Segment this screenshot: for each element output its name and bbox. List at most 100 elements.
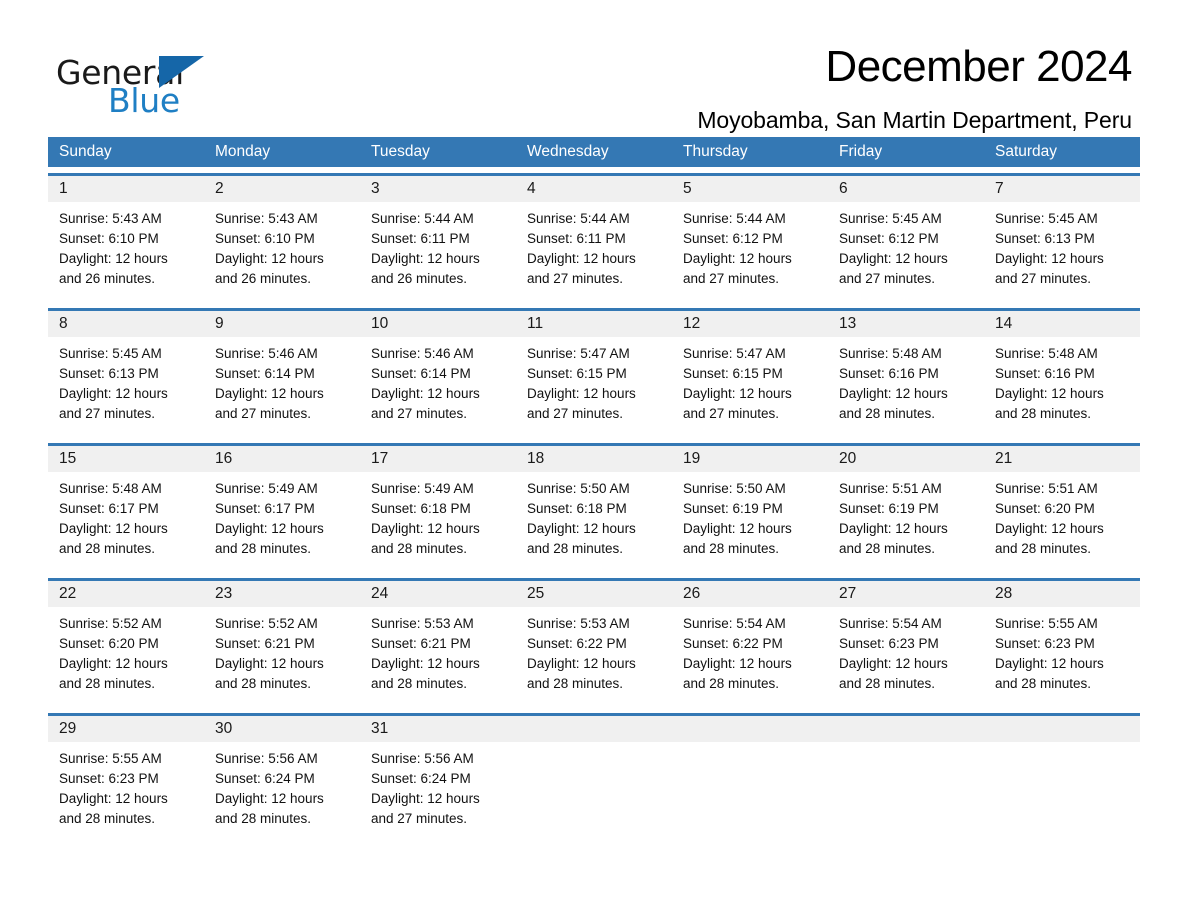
- week-row: 22 Sunrise: 5:52 AM Sunset: 6:20 PM Dayligh…: [48, 578, 1140, 707]
- day-number: 17: [360, 446, 516, 472]
- day-cell[interactable]: 31 Sunrise: 5:56 AM Sunset: 6:24 PM Dayligh…: [360, 716, 516, 842]
- day-cell[interactable]: 13 Sunrise: 5:48 AM Sunset: 6:16 PM Dayligh…: [828, 311, 984, 437]
- sunset-text: Sunset: 6:24 PM: [215, 771, 315, 786]
- day-cell[interactable]: 2 Sunrise: 5:43 AM Sunset: 6:10 PM Daylight…: [204, 176, 360, 302]
- day-details: [516, 742, 672, 749]
- day-details: Sunrise: 5:52 AM Sunset: 6:20 PM Daylight:…: [48, 607, 204, 694]
- day-details: Sunrise: 5:43 AM Sunset: 6:10 PM Daylight:…: [48, 202, 204, 289]
- sunset-text: Sunset: 6:22 PM: [683, 636, 783, 651]
- day-cell[interactable]: 12 Sunrise: 5:47 AM Sunset: 6:15 PM Dayligh…: [672, 311, 828, 437]
- day-details: [672, 742, 828, 749]
- day-cell[interactable]: 27 Sunrise: 5:54 AM Sunset: 6:23 PM Dayligh…: [828, 581, 984, 707]
- day-details: Sunrise: 5:53 AM Sunset: 6:22 PM Daylight:…: [516, 607, 672, 694]
- daylight-text-line2: and 27 minutes.: [683, 271, 780, 286]
- daylight-text-line2: and 28 minutes.: [995, 676, 1092, 691]
- daylight-text-line2: and 28 minutes.: [527, 676, 624, 691]
- day-cell[interactable]: 4 Sunrise: 5:44 AM Sunset: 6:11 PM Daylight…: [516, 176, 672, 302]
- day-cell[interactable]: 23 Sunrise: 5:52 AM Sunset: 6:21 PM Dayligh…: [204, 581, 360, 707]
- daylight-text-line1: Daylight: 12 hours: [995, 521, 1104, 536]
- day-cell[interactable]: 6 Sunrise: 5:45 AM Sunset: 6:12 PM Daylight…: [828, 176, 984, 302]
- sunrise-text: Sunrise: 5:54 AM: [683, 616, 786, 631]
- sunset-text: Sunset: 6:22 PM: [527, 636, 627, 651]
- day-cell[interactable]: 8 Sunrise: 5:45 AM Sunset: 6:13 PM Daylight…: [48, 311, 204, 437]
- generalblue-logo[interactable]: General Blue: [56, 44, 216, 118]
- day-cell[interactable]: 19 Sunrise: 5:50 AM Sunset: 6:19 PM Dayligh…: [672, 446, 828, 572]
- sunrise-text: Sunrise: 5:43 AM: [59, 211, 162, 226]
- day-number: 2: [204, 176, 360, 202]
- daylight-text-line1: Daylight: 12 hours: [215, 791, 324, 806]
- day-cell[interactable]: 3 Sunrise: 5:44 AM Sunset: 6:11 PM Daylight…: [360, 176, 516, 302]
- day-details: Sunrise: 5:56 AM Sunset: 6:24 PM Daylight:…: [360, 742, 516, 829]
- daylight-text-line1: Daylight: 12 hours: [59, 386, 168, 401]
- day-cell[interactable]: 20 Sunrise: 5:51 AM Sunset: 6:19 PM Dayligh…: [828, 446, 984, 572]
- daylight-text-line2: and 28 minutes.: [59, 811, 156, 826]
- sunrise-text: Sunrise: 5:44 AM: [371, 211, 474, 226]
- sunset-text: Sunset: 6:13 PM: [59, 366, 159, 381]
- daylight-text-line1: Daylight: 12 hours: [527, 386, 636, 401]
- day-cell[interactable]: 7 Sunrise: 5:45 AM Sunset: 6:13 PM Daylight…: [984, 176, 1140, 302]
- day-details: Sunrise: 5:50 AM Sunset: 6:19 PM Daylight:…: [672, 472, 828, 559]
- sunrise-text: Sunrise: 5:46 AM: [371, 346, 474, 361]
- sunrise-text: Sunrise: 5:45 AM: [995, 211, 1098, 226]
- daylight-text-line2: and 28 minutes.: [995, 406, 1092, 421]
- day-cell[interactable]: 24 Sunrise: 5:53 AM Sunset: 6:21 PM Dayligh…: [360, 581, 516, 707]
- day-cell[interactable]: 16 Sunrise: 5:49 AM Sunset: 6:17 PM Dayligh…: [204, 446, 360, 572]
- day-details: Sunrise: 5:48 AM Sunset: 6:16 PM Daylight:…: [984, 337, 1140, 424]
- daylight-text-line1: Daylight: 12 hours: [527, 251, 636, 266]
- daylight-text-line2: and 27 minutes.: [527, 406, 624, 421]
- day-number: 21: [984, 446, 1140, 472]
- day-cell[interactable]: 9 Sunrise: 5:46 AM Sunset: 6:14 PM Daylight…: [204, 311, 360, 437]
- day-details: [984, 742, 1140, 749]
- sunrise-text: Sunrise: 5:43 AM: [215, 211, 318, 226]
- day-cell[interactable]: 1 Sunrise: 5:43 AM Sunset: 6:10 PM Daylight…: [48, 176, 204, 302]
- day-number: 24: [360, 581, 516, 607]
- day-cell[interactable]: 11 Sunrise: 5:47 AM Sunset: 6:15 PM Dayligh…: [516, 311, 672, 437]
- daylight-text-line1: Daylight: 12 hours: [215, 386, 324, 401]
- day-number: 30: [204, 716, 360, 742]
- day-cell[interactable]: 22 Sunrise: 5:52 AM Sunset: 6:20 PM Dayligh…: [48, 581, 204, 707]
- day-details: Sunrise: 5:47 AM Sunset: 6:15 PM Daylight:…: [672, 337, 828, 424]
- sunrise-text: Sunrise: 5:56 AM: [215, 751, 318, 766]
- title-block: December 2024 Moyobamba, San Martin Depa…: [216, 43, 1132, 134]
- sunrise-text: Sunrise: 5:49 AM: [215, 481, 318, 496]
- calendar-page: General Blue December 2024 Moyobamba, Sa…: [0, 0, 1188, 918]
- day-number: 23: [204, 581, 360, 607]
- day-number: 25: [516, 581, 672, 607]
- daylight-text-line2: and 27 minutes.: [59, 406, 156, 421]
- daylight-text-line1: Daylight: 12 hours: [527, 656, 636, 671]
- day-cell[interactable]: 26 Sunrise: 5:54 AM Sunset: 6:22 PM Dayligh…: [672, 581, 828, 707]
- sunset-text: Sunset: 6:23 PM: [839, 636, 939, 651]
- sunrise-text: Sunrise: 5:48 AM: [59, 481, 162, 496]
- daylight-text-line2: and 27 minutes.: [995, 271, 1092, 286]
- sunset-text: Sunset: 6:18 PM: [527, 501, 627, 516]
- dow-header-sunday: Sunday: [59, 143, 112, 160]
- sunset-text: Sunset: 6:14 PM: [371, 366, 471, 381]
- day-cell[interactable]: 10 Sunrise: 5:46 AM Sunset: 6:14 PM Dayligh…: [360, 311, 516, 437]
- sunset-text: Sunset: 6:16 PM: [995, 366, 1095, 381]
- sunrise-text: Sunrise: 5:48 AM: [995, 346, 1098, 361]
- sunset-text: Sunset: 6:20 PM: [995, 501, 1095, 516]
- day-cell[interactable]: 5 Sunrise: 5:44 AM Sunset: 6:12 PM Daylight…: [672, 176, 828, 302]
- day-cell[interactable]: 15 Sunrise: 5:48 AM Sunset: 6:17 PM Dayligh…: [48, 446, 204, 572]
- day-details: Sunrise: 5:54 AM Sunset: 6:22 PM Daylight:…: [672, 607, 828, 694]
- sunset-text: Sunset: 6:17 PM: [215, 501, 315, 516]
- day-number: 7: [984, 176, 1140, 202]
- dow-header-friday: Friday: [839, 143, 883, 160]
- day-number: 18: [516, 446, 672, 472]
- sunset-text: Sunset: 6:15 PM: [527, 366, 627, 381]
- day-cell[interactable]: 21 Sunrise: 5:51 AM Sunset: 6:20 PM Dayligh…: [984, 446, 1140, 572]
- day-cell[interactable]: 30 Sunrise: 5:56 AM Sunset: 6:24 PM Dayligh…: [204, 716, 360, 842]
- page-header: General Blue December 2024 Moyobamba, Sa…: [0, 0, 1188, 133]
- sunrise-text: Sunrise: 5:52 AM: [59, 616, 162, 631]
- sunset-text: Sunset: 6:19 PM: [683, 501, 783, 516]
- day-cell[interactable]: 25 Sunrise: 5:53 AM Sunset: 6:22 PM Dayligh…: [516, 581, 672, 707]
- day-cell[interactable]: 28 Sunrise: 5:55 AM Sunset: 6:23 PM Dayligh…: [984, 581, 1140, 707]
- daylight-text-line2: and 28 minutes.: [215, 541, 312, 556]
- daylight-text-line1: Daylight: 12 hours: [683, 521, 792, 536]
- daylight-text-line1: Daylight: 12 hours: [215, 656, 324, 671]
- day-details: [828, 742, 984, 749]
- day-cell[interactable]: 17 Sunrise: 5:49 AM Sunset: 6:18 PM Dayligh…: [360, 446, 516, 572]
- day-cell[interactable]: 14 Sunrise: 5:48 AM Sunset: 6:16 PM Dayligh…: [984, 311, 1140, 437]
- day-cell[interactable]: 29 Sunrise: 5:55 AM Sunset: 6:23 PM Dayligh…: [48, 716, 204, 842]
- day-cell[interactable]: 18 Sunrise: 5:50 AM Sunset: 6:18 PM Dayligh…: [516, 446, 672, 572]
